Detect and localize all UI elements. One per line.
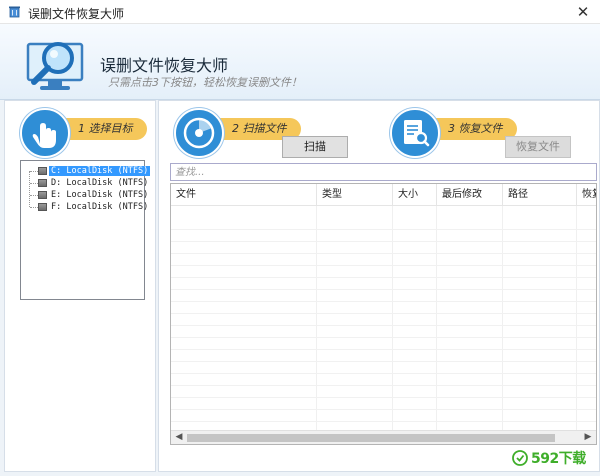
tree-branch	[30, 183, 38, 184]
tree-branch	[30, 171, 38, 172]
table-row	[171, 254, 596, 266]
window-title: 误删文件恢复大师	[28, 7, 125, 21]
watermark-text: 592下载	[531, 451, 586, 467]
table-row	[171, 230, 596, 242]
search-input[interactable]	[170, 163, 597, 181]
close-button[interactable]: ✕	[572, 1, 594, 23]
app-header: 误删文件恢复大师 只需点击3下按钮，轻松恢复误删文件！	[0, 24, 600, 100]
table-row	[171, 218, 596, 230]
table-row	[171, 362, 596, 374]
table-row	[171, 242, 596, 254]
column-header-file[interactable]: 文件	[171, 184, 317, 206]
column-header-size[interactable]: 大小	[393, 184, 437, 206]
disk-icon	[38, 179, 47, 187]
table-row	[171, 266, 596, 278]
step-3-label: 3 恢复文件	[430, 118, 517, 140]
hand-pointer-icon	[20, 108, 70, 158]
table-row	[171, 386, 596, 398]
horizontal-scrollbar[interactable]: ◀ ▶	[171, 430, 596, 444]
file-list-table[interactable]: 文件 类型 大小 最后修改 路径 恢复 ◀ ▶	[170, 183, 597, 445]
drive-label: F: LocalDisk (NTFS)	[51, 202, 149, 212]
drive-tree[interactable]: C: LocalDisk (NTFS) D: LocalDisk (NTFS) …	[20, 160, 151, 300]
drive-item-d[interactable]: D: LocalDisk (NTFS)	[27, 177, 150, 189]
slogan: 只需点击3下按钮，轻松恢复误删文件！	[108, 76, 302, 89]
drive-label: C: LocalDisk (NTFS)	[49, 166, 151, 176]
disk-icon	[38, 167, 47, 175]
drive-item-c[interactable]: C: LocalDisk (NTFS)	[27, 165, 151, 177]
drive-item-e[interactable]: E: LocalDisk (NTFS)	[27, 189, 150, 201]
drive-item-f[interactable]: F: LocalDisk (NTFS)	[27, 201, 150, 213]
column-header-modified[interactable]: 最后修改	[437, 184, 503, 206]
step-1-label: 1 选择目标	[60, 118, 147, 140]
table-row	[171, 374, 596, 386]
tree-branch	[30, 207, 38, 208]
table-row	[171, 410, 596, 422]
table-row	[171, 302, 596, 314]
column-header-restore[interactable]: 恢复	[577, 184, 596, 206]
title-bar: 误删文件恢复大师 ✕	[0, 0, 600, 24]
table-row	[171, 338, 596, 350]
column-header-path[interactable]: 路径	[503, 184, 577, 206]
document-search-icon	[390, 108, 440, 158]
table-header: 文件 类型 大小 最后修改 路径 恢复	[171, 184, 596, 206]
trash-app-icon	[9, 6, 20, 18]
scrollbar-thumb[interactable]	[187, 434, 555, 442]
drive-label: D: LocalDisk (NTFS)	[51, 178, 149, 188]
restore-button[interactable]: 恢复文件	[505, 136, 571, 158]
app-name: 误删文件恢复大师	[100, 56, 229, 75]
table-row	[171, 326, 596, 338]
table-row	[171, 350, 596, 362]
table-row	[171, 398, 596, 410]
watermark: 592下载	[512, 448, 586, 468]
scan-disc-icon	[174, 108, 224, 158]
tree-branch	[30, 195, 38, 196]
drive-label: E: LocalDisk (NTFS)	[51, 190, 149, 200]
disk-icon	[38, 203, 47, 211]
watermark-logo-icon	[512, 450, 528, 466]
scroll-right-arrow-icon[interactable]: ▶	[582, 431, 594, 444]
column-header-type[interactable]: 类型	[317, 184, 393, 206]
scan-button[interactable]: 扫描	[282, 136, 348, 158]
disk-icon	[38, 191, 47, 199]
table-row	[171, 278, 596, 290]
scroll-left-arrow-icon[interactable]: ◀	[173, 431, 185, 444]
magnifier-monitor-icon	[26, 42, 84, 90]
table-row	[171, 290, 596, 302]
table-row	[171, 314, 596, 326]
